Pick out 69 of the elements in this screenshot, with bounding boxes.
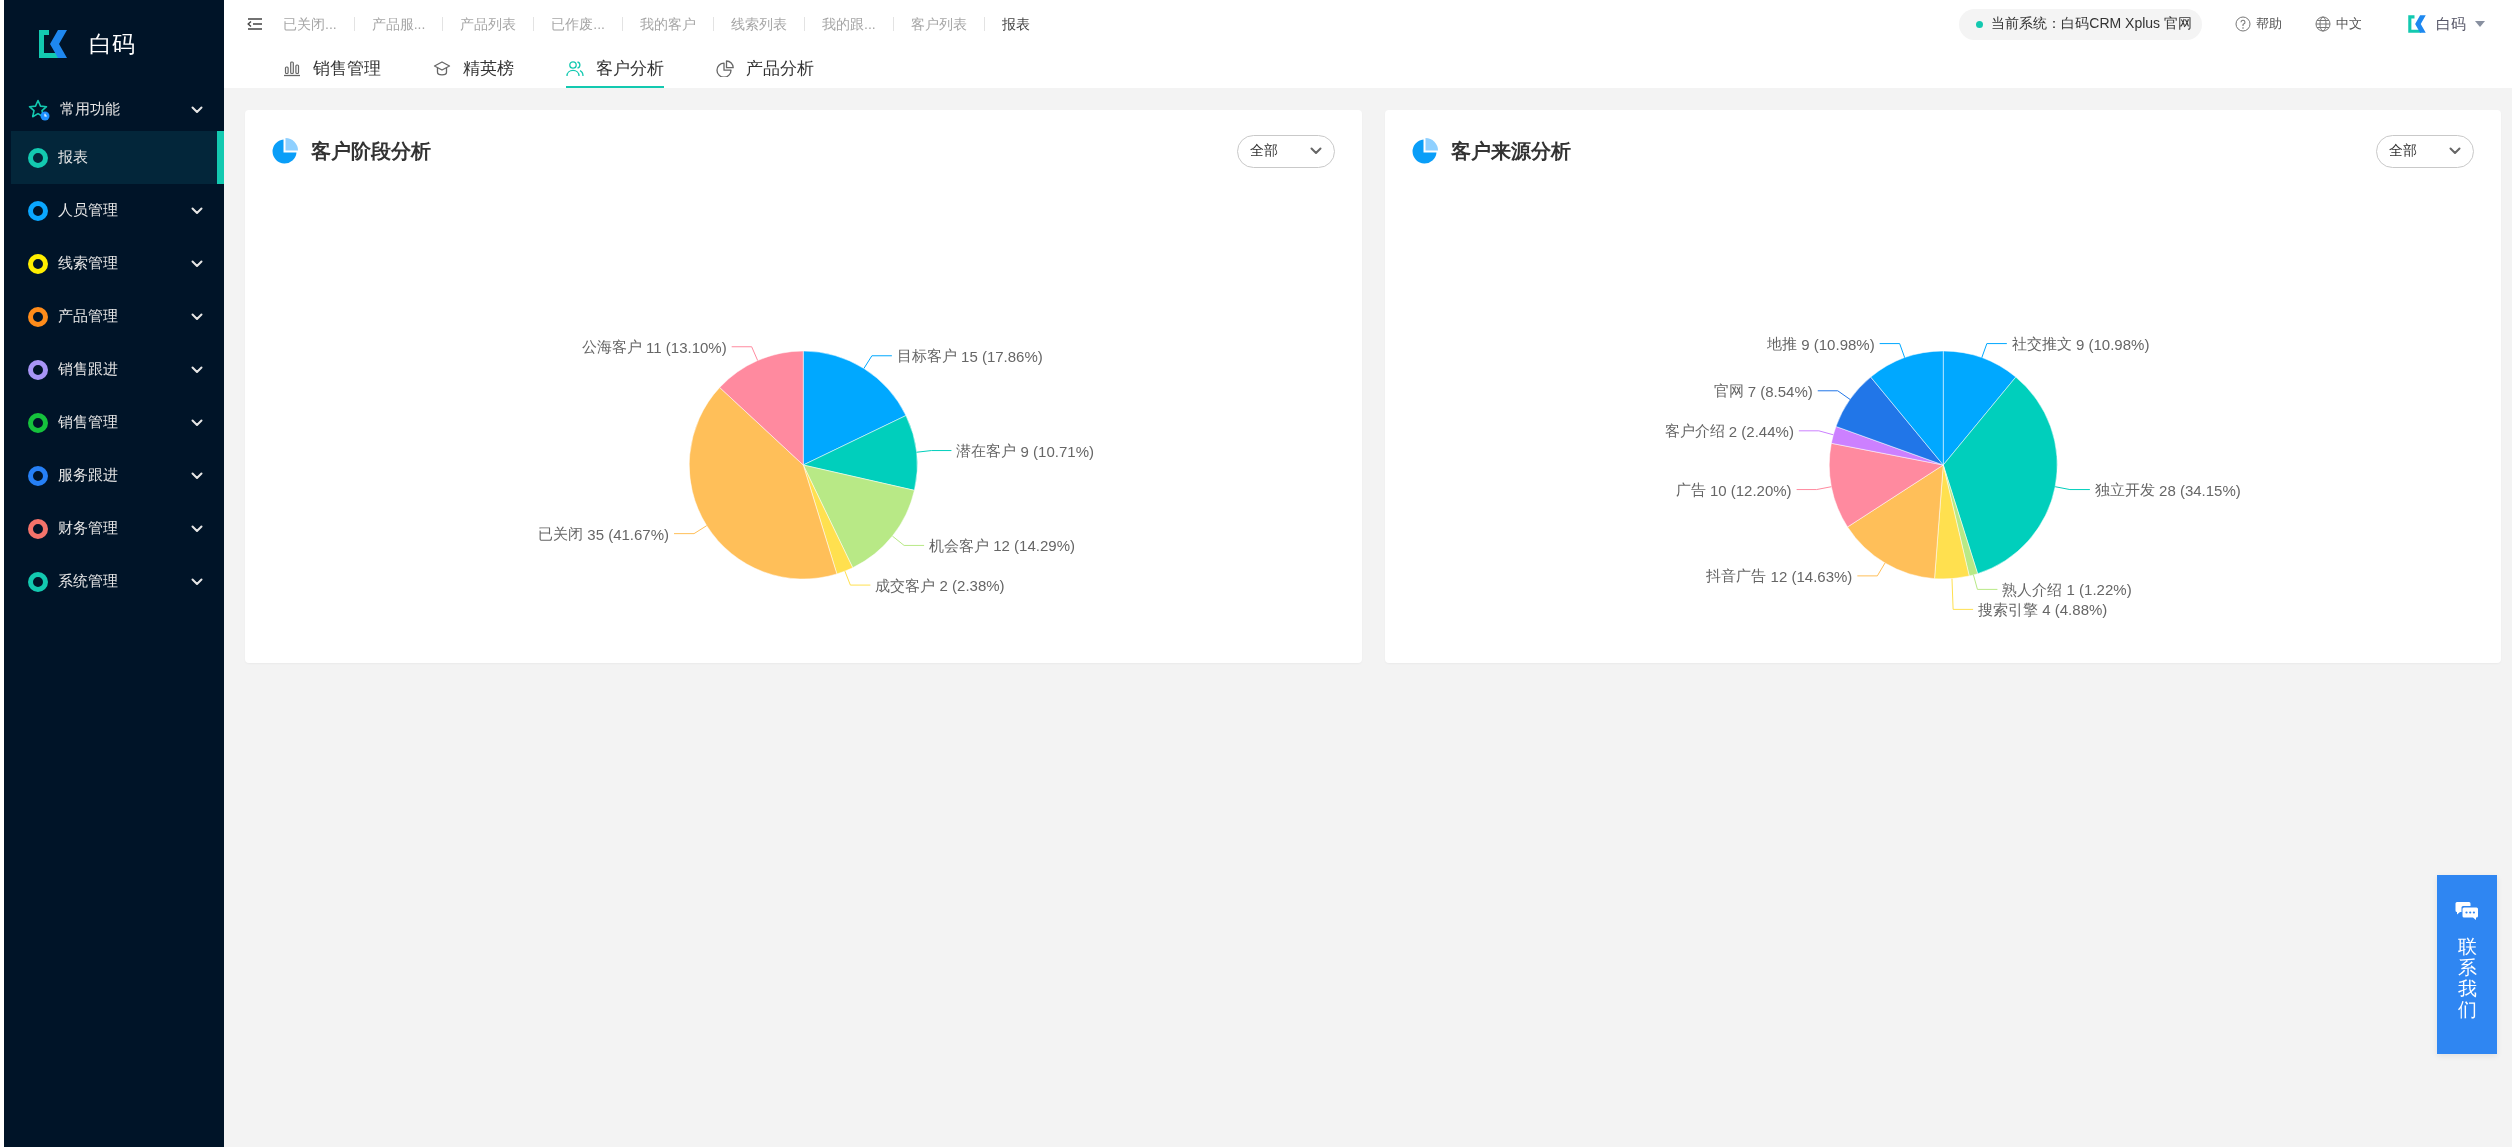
current-system-button[interactable]: 当前系统：白码CRM Xplus 官网 [1959,8,2202,40]
sidebar-item[interactable]: 销售跟进 [11,343,224,396]
data-label: 机会客户 12 (14.29%) [929,536,1075,554]
sidebar-item[interactable]: 系统管理 [11,555,224,608]
report-tab[interactable]: 精英榜 [433,48,514,88]
sidebar-item[interactable]: 线索管理 [11,237,224,290]
filter-dropdown[interactable]: 全部 [1236,134,1335,168]
sidebar-item[interactable]: 产品管理 [11,290,224,343]
star-clock-icon [28,98,50,121]
users-icon [566,59,584,77]
leader-line [1878,343,1905,359]
data-label: 成交客户 2 (2.38%) [875,576,1005,594]
leader-line [1795,486,1832,491]
sidebar-item[interactable]: 销售管理 [11,396,224,449]
sidebar-item[interactable]: 财务管理 [11,502,224,555]
help-icon [2235,16,2251,32]
leader-line [916,450,952,453]
status-dot [1976,20,1984,28]
data-label: 官网 7 (8.54%) [1713,382,1813,400]
graduation-cap-icon [433,59,451,77]
contact-us-button[interactable]: 联系我们 [2437,875,2497,1054]
chevron-down-icon [1309,147,1322,155]
chevron-down-icon [2449,147,2461,155]
data-label: 公海客户 11 (13.10%) [581,338,727,356]
data-label: 潜在客户 9 (10.71%) [956,442,1094,460]
data-label: 搜索引擎 4 (4.88%) [1977,600,2107,618]
sidebar-item[interactable]: 服务跟进 [11,449,224,502]
leader-line [1816,390,1850,400]
pie-chart-icon [1410,137,1438,165]
brand-name: 白码 [89,29,135,59]
report-tab[interactable]: 产品分析 [716,48,814,88]
data-label: 抖音广告 12 (14.63%) [1705,567,1852,585]
page-tab[interactable]: 报表 [984,14,1047,34]
caret-down-icon [2475,21,2485,27]
globe-icon [2315,16,2331,32]
sidebar-item[interactable]: 报表 [11,131,224,184]
filter-dropdown[interactable]: 全部 [2376,134,2474,168]
leader-line [844,570,871,586]
leader-line [863,355,893,369]
user-menu[interactable]: 白码 [2407,14,2485,34]
sidebar-item[interactable]: 人员管理 [11,184,224,237]
sidebar-item[interactable]: 常用功能 [11,88,224,131]
logo-icon [37,28,69,60]
leader-line [673,525,708,535]
pie-chart-icon [271,137,298,165]
leader-line [891,535,925,546]
data-label: 地推 9 (10.98%) [1766,335,1875,353]
leader-line [1797,430,1834,436]
chat-bubbles-icon [2455,901,2479,921]
data-label: 社交推文 9 (10.98%) [2011,335,2149,353]
language-link[interactable]: 中文 [2315,15,2362,33]
report-tab[interactable]: 销售管理 [283,48,381,88]
leader-line [2054,486,2090,491]
leader-line [1856,562,1885,577]
help-link[interactable]: 帮助 [2235,15,2282,33]
panel-title: 客户阶段分析 [311,138,431,164]
data-label: 目标客户 15 (17.86%) [896,347,1043,365]
leader-line [731,346,759,361]
data-label: 客户介绍 2 (2.44%) [1664,422,1794,440]
panel-title: 客户来源分析 [1450,138,1571,164]
pie-chart-icon [716,59,734,77]
leader-line [1980,343,2007,359]
data-label: 熟人介绍 1 (1.22%) [2001,580,2132,598]
bar-chart-icon [283,59,301,77]
data-label: 已关闭 35 (41.67%) [538,525,669,543]
logo-icon [2407,14,2427,34]
data-label: 广告 10 (12.20%) [1675,481,1792,499]
data-label: 独立开发 28 (34.15%) [2094,481,2241,499]
menu-collapse-icon[interactable] [247,17,263,31]
